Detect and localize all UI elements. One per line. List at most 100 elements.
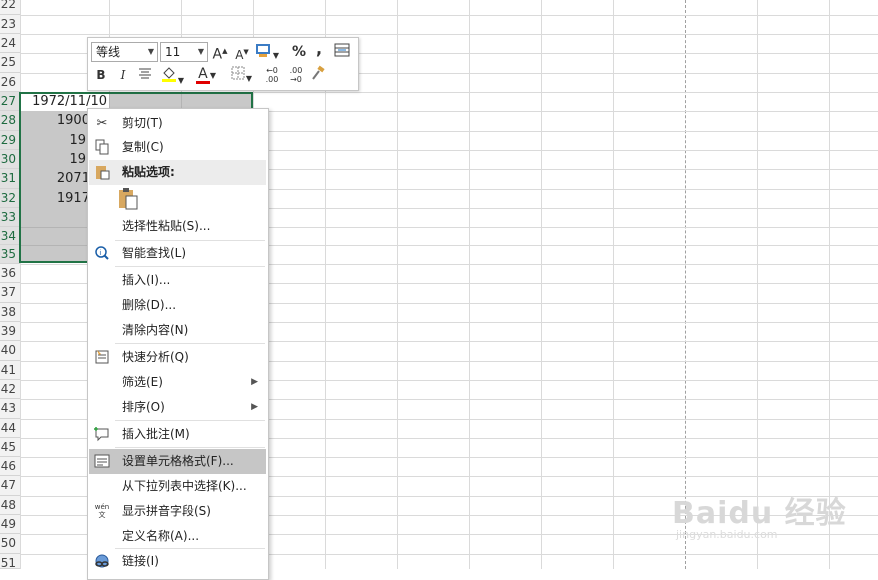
grow-font-button[interactable]: A▲ <box>212 42 228 64</box>
clipboard-paste-icon <box>119 188 138 210</box>
menu-item-label: 快速分析(Q) <box>122 350 189 364</box>
font-name-value: 等线 <box>96 45 121 59</box>
row-header[interactable]: 35 <box>0 245 20 264</box>
menu-item-link[interactable]: 链接(I) <box>89 549 266 574</box>
decrease-decimal-button[interactable]: .00 →0 <box>284 66 308 84</box>
menu-item-label: 显示拼音字段(S) <box>122 504 211 518</box>
row-header[interactable]: 47 <box>0 476 20 496</box>
row-header[interactable]: 37 <box>0 283 20 303</box>
row-header[interactable]: 51 <box>0 554 20 570</box>
borders-button[interactable]: ▼ <box>227 65 255 88</box>
menu-item-label: 智能查找(L) <box>122 246 187 260</box>
watermark-url: jingyan.baidu.com <box>676 528 778 541</box>
row-header[interactable]: 36 <box>0 264 20 283</box>
row-header[interactable]: 40 <box>0 341 20 361</box>
bold-button[interactable]: B <box>94 66 108 84</box>
row-header[interactable]: 39 <box>0 322 20 341</box>
menu-item-format-cells[interactable]: 设置单元格格式(F)... <box>89 449 266 474</box>
row-header[interactable]: 42 <box>0 380 20 399</box>
menu-item-label: 删除(D)... <box>122 298 177 312</box>
shrink-font-button[interactable]: A▼ <box>234 43 250 64</box>
menu-item-insert[interactable]: 插入(I)... <box>89 268 266 293</box>
menu-item-quick-analysis[interactable]: 快速分析(Q) <box>89 345 266 370</box>
row-header[interactable]: 38 <box>0 303 20 322</box>
italic-button[interactable]: I <box>116 66 130 84</box>
paste-icon <box>93 164 111 182</box>
menu-item-copy[interactable]: 复制(C) <box>89 135 266 160</box>
menu-item-filter[interactable]: 筛选(E) ▶ <box>89 370 266 395</box>
submenu-arrow-icon: ▶ <box>251 402 258 412</box>
align-center-icon <box>139 68 151 79</box>
menu-item-label: 从下拉列表中选择(K)... <box>122 479 247 493</box>
row-header[interactable]: 30 <box>0 150 20 169</box>
row-header[interactable]: 29 <box>0 131 20 150</box>
comment-icon <box>93 426 111 444</box>
menu-item-label: 排序(O) <box>122 400 165 414</box>
row-header[interactable]: 50 <box>0 534 20 554</box>
mini-toolbar: 等线 ▼ 11 ▼ A▲ A▼ ▼ % , B I ▼ A ▼ ▼ ←0 .00 … <box>87 37 359 91</box>
merge-center-icon <box>334 43 350 57</box>
row-header[interactable]: 27 <box>0 92 20 111</box>
menu-item-pick-from-list[interactable]: 从下拉列表中选择(K)... <box>89 474 266 499</box>
row-header[interactable]: 49 <box>0 515 20 534</box>
grid-row <box>20 0 878 16</box>
menu-separator <box>115 420 265 421</box>
menu-item-label: 链接(I) <box>122 554 159 568</box>
row-header[interactable]: 24 <box>0 34 20 53</box>
accounting-format-button[interactable]: ▼ <box>254 42 280 65</box>
fill-color-button[interactable]: ▼ <box>158 65 186 90</box>
menu-separator <box>115 447 265 448</box>
row-header[interactable]: 43 <box>0 399 20 419</box>
row-header[interactable]: 34 <box>0 227 20 245</box>
row-header[interactable]: 33 <box>0 208 20 227</box>
row-header[interactable]: 25 <box>0 53 20 73</box>
menu-item-label: 设置单元格格式(F)... <box>122 454 234 468</box>
menu-item-smart-lookup[interactable]: i 智能查找(L) <box>89 241 266 266</box>
menu-item-show-phonetic[interactable]: wén 文 显示拼音字段(S) <box>89 499 266 524</box>
menu-item-cut[interactable]: ✂ 剪切(T) <box>89 111 266 136</box>
font-color-button[interactable]: A ▼ <box>192 65 220 85</box>
merge-center-button[interactable] <box>332 42 352 63</box>
format-painter-icon <box>312 65 325 80</box>
grid-row <box>20 15 878 35</box>
font-size-combo[interactable]: 11 ▼ <box>160 42 208 62</box>
menu-item-label: 粘贴选项: <box>122 165 175 179</box>
menu-item-delete[interactable]: 删除(D)... <box>89 293 266 318</box>
row-header[interactable]: 22 <box>0 0 20 15</box>
quick-analysis-icon <box>93 349 111 367</box>
menu-item-label: 复制(C) <box>122 140 164 154</box>
font-name-combo[interactable]: 等线 ▼ <box>91 42 158 62</box>
format-painter-button[interactable] <box>308 65 328 86</box>
menu-item-paste-special[interactable]: 选择性粘贴(S)... <box>89 214 266 239</box>
menu-separator <box>115 266 265 267</box>
menu-item-insert-comment[interactable]: 插入批注(M) <box>89 422 266 447</box>
menu-item-clear-contents[interactable]: 清除内容(N) <box>89 318 266 343</box>
row-header[interactable]: 44 <box>0 419 20 438</box>
row-header[interactable]: 32 <box>0 189 20 208</box>
row-header[interactable]: 46 <box>0 457 20 476</box>
smart-lookup-icon: i <box>93 245 111 263</box>
row-header[interactable]: 31 <box>0 169 20 189</box>
row-header[interactable]: 41 <box>0 361 20 380</box>
menu-item-sort[interactable]: 排序(O) ▶ <box>89 395 266 420</box>
comma-style-button[interactable]: , <box>313 40 325 58</box>
row-header[interactable]: 23 <box>0 15 20 34</box>
menu-item-define-name[interactable]: 定义名称(A)... <box>89 524 266 549</box>
menu-item-label: 筛选(E) <box>122 375 163 389</box>
percent-style-button[interactable]: % <box>291 43 307 61</box>
copy-icon <box>93 139 111 157</box>
chevron-down-icon: ▼ <box>197 47 204 56</box>
increase-decimal-button[interactable]: ←0 .00 <box>260 66 284 84</box>
row-header[interactable]: 45 <box>0 438 20 457</box>
row-header[interactable]: 28 <box>0 111 20 131</box>
menu-item-label: 插入(I)... <box>122 273 171 287</box>
fill-bucket-icon <box>161 67 176 82</box>
row-header[interactable]: 26 <box>0 73 20 92</box>
paste-option-button[interactable] <box>118 187 142 213</box>
chevron-down-icon: ▼ <box>147 47 154 56</box>
row-header[interactable]: 48 <box>0 496 20 515</box>
align-center-button[interactable] <box>136 66 154 85</box>
menu-separator <box>115 343 265 344</box>
font-color-icon: A <box>198 66 208 82</box>
borders-icon <box>231 66 245 80</box>
